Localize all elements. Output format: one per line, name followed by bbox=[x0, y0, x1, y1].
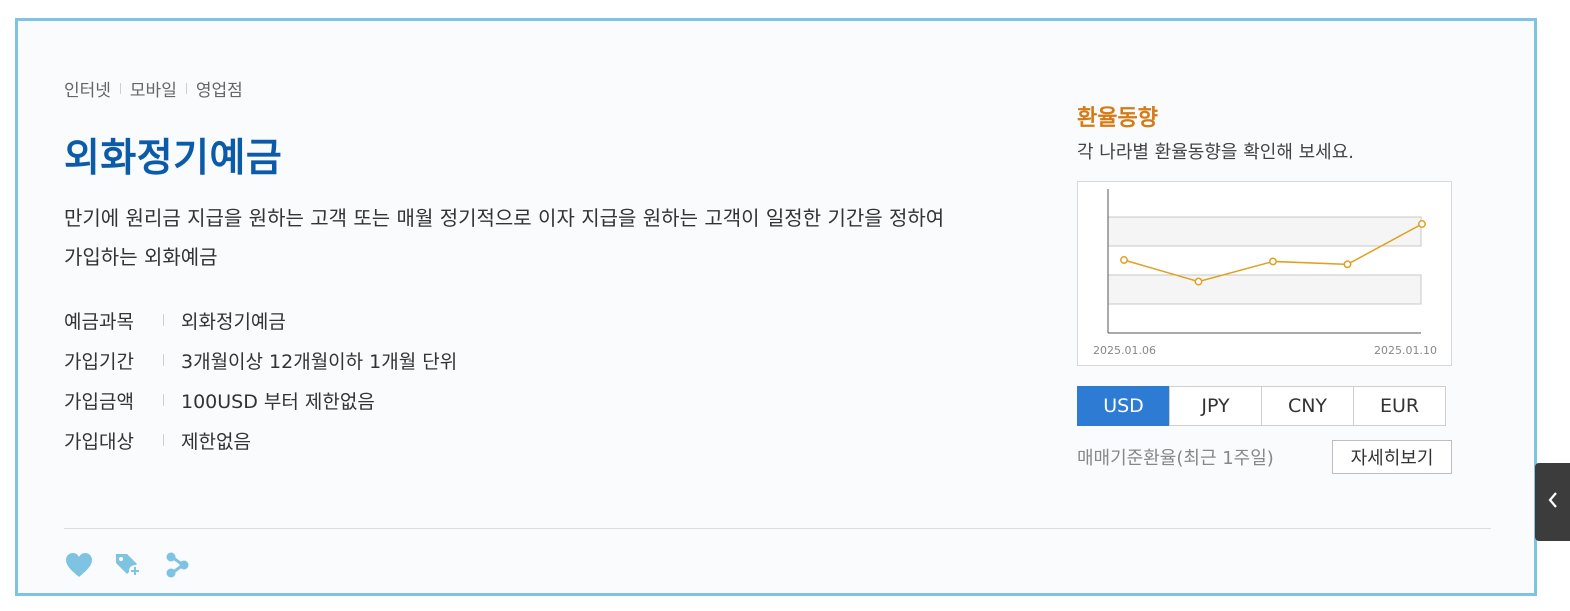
info-label: 가입대상 bbox=[64, 430, 134, 453]
grid-band bbox=[1107, 216, 1422, 247]
exchange-rate-widget: 환율동향 각 나라별 환율동향을 확인해 보세요. 2025.01.06 202… bbox=[1077, 103, 1452, 474]
info-value: 제한없음 bbox=[181, 430, 251, 453]
rate-point bbox=[1269, 257, 1277, 266]
channel-separator bbox=[185, 83, 187, 94]
section-divider bbox=[64, 528, 1491, 529]
currency-tabs: USD JPY CNY EUR bbox=[1077, 386, 1452, 426]
view-details-button[interactable]: 자세히보기 bbox=[1332, 440, 1452, 474]
exchange-subtitle: 각 나라별 환율동향을 확인해 보세요. bbox=[1077, 142, 1355, 163]
product-info-list: 예금과목 외화정기예금 가입기간 3개월이상 12개월이하 1개월 단위 가입금… bbox=[64, 300, 457, 460]
channel-internet: 인터넷 bbox=[64, 81, 111, 101]
grid-band bbox=[1107, 274, 1422, 305]
rate-point bbox=[1418, 220, 1426, 228]
chart-svg bbox=[1107, 189, 1426, 334]
x-tick-label-end: 2025.01.10 bbox=[1374, 344, 1437, 357]
channel-list: 인터넷 모바일 영업점 bbox=[64, 76, 243, 101]
product-panel: 인터넷 모바일 영업점 외화정기예금 만기에 원리금 지급을 원하는 고객 또는… bbox=[15, 18, 1537, 596]
info-label: 가입금액 bbox=[64, 390, 134, 413]
channel-separator bbox=[119, 83, 121, 94]
exchange-note: 매매기준환율(최근 1주일) bbox=[1077, 448, 1274, 469]
exchange-rate-chart: 2025.01.06 2025.01.10 bbox=[1077, 181, 1452, 366]
action-bar bbox=[64, 550, 211, 580]
info-value: 외화정기예금 bbox=[181, 310, 286, 333]
tab-jpy[interactable]: JPY bbox=[1169, 386, 1262, 426]
tab-cny[interactable]: CNY bbox=[1261, 386, 1354, 426]
rate-point bbox=[1120, 256, 1128, 264]
channel-mobile: 모바일 bbox=[129, 81, 177, 101]
rate-point bbox=[1194, 277, 1203, 286]
info-separator bbox=[163, 434, 164, 446]
rate-point bbox=[1343, 260, 1352, 269]
x-tick-label-start: 2025.01.06 bbox=[1093, 344, 1156, 357]
info-label: 예금과목 bbox=[64, 310, 134, 333]
tab-eur[interactable]: EUR bbox=[1353, 386, 1446, 426]
description-line: 만기에 원리금 지급을 원하는 고객 또는 매월 정기적으로 이자 지급을 원하… bbox=[64, 206, 945, 230]
info-row-eligibility: 가입대상 제한없음 bbox=[64, 420, 457, 460]
info-row-account-type: 예금과목 외화정기예금 bbox=[64, 300, 457, 340]
info-value: 3개월이상 12개월이하 1개월 단위 bbox=[181, 350, 458, 373]
info-label: 가입기간 bbox=[64, 350, 134, 373]
heart-icon[interactable] bbox=[64, 550, 94, 580]
info-separator bbox=[163, 354, 164, 366]
side-panel-toggle[interactable] bbox=[1535, 463, 1570, 541]
chevron-left-icon bbox=[1547, 490, 1559, 514]
info-row-amount: 가입금액 100USD 부터 제한없음 bbox=[64, 380, 457, 420]
tag-add-icon[interactable] bbox=[113, 550, 143, 580]
info-value: 100USD 부터 제한없음 bbox=[181, 390, 375, 413]
info-row-term: 가입기간 3개월이상 12개월이하 1개월 단위 bbox=[64, 340, 457, 380]
product-description: 만기에 원리금 지급을 원하는 고객 또는 매월 정기적으로 이자 지급을 원하… bbox=[64, 199, 1044, 277]
exchange-title: 환율동향 bbox=[1077, 106, 1158, 131]
channel-branch: 영업점 bbox=[195, 81, 243, 101]
product-title: 외화정기예금 bbox=[64, 136, 283, 181]
tab-usd[interactable]: USD bbox=[1077, 386, 1170, 426]
exchange-footer: 매매기준환율(최근 1주일) 자세히보기 bbox=[1077, 440, 1452, 474]
info-separator bbox=[163, 314, 164, 326]
share-icon[interactable] bbox=[162, 550, 192, 580]
info-separator bbox=[163, 394, 164, 406]
description-line: 가입하는 외화예금 bbox=[64, 245, 218, 269]
